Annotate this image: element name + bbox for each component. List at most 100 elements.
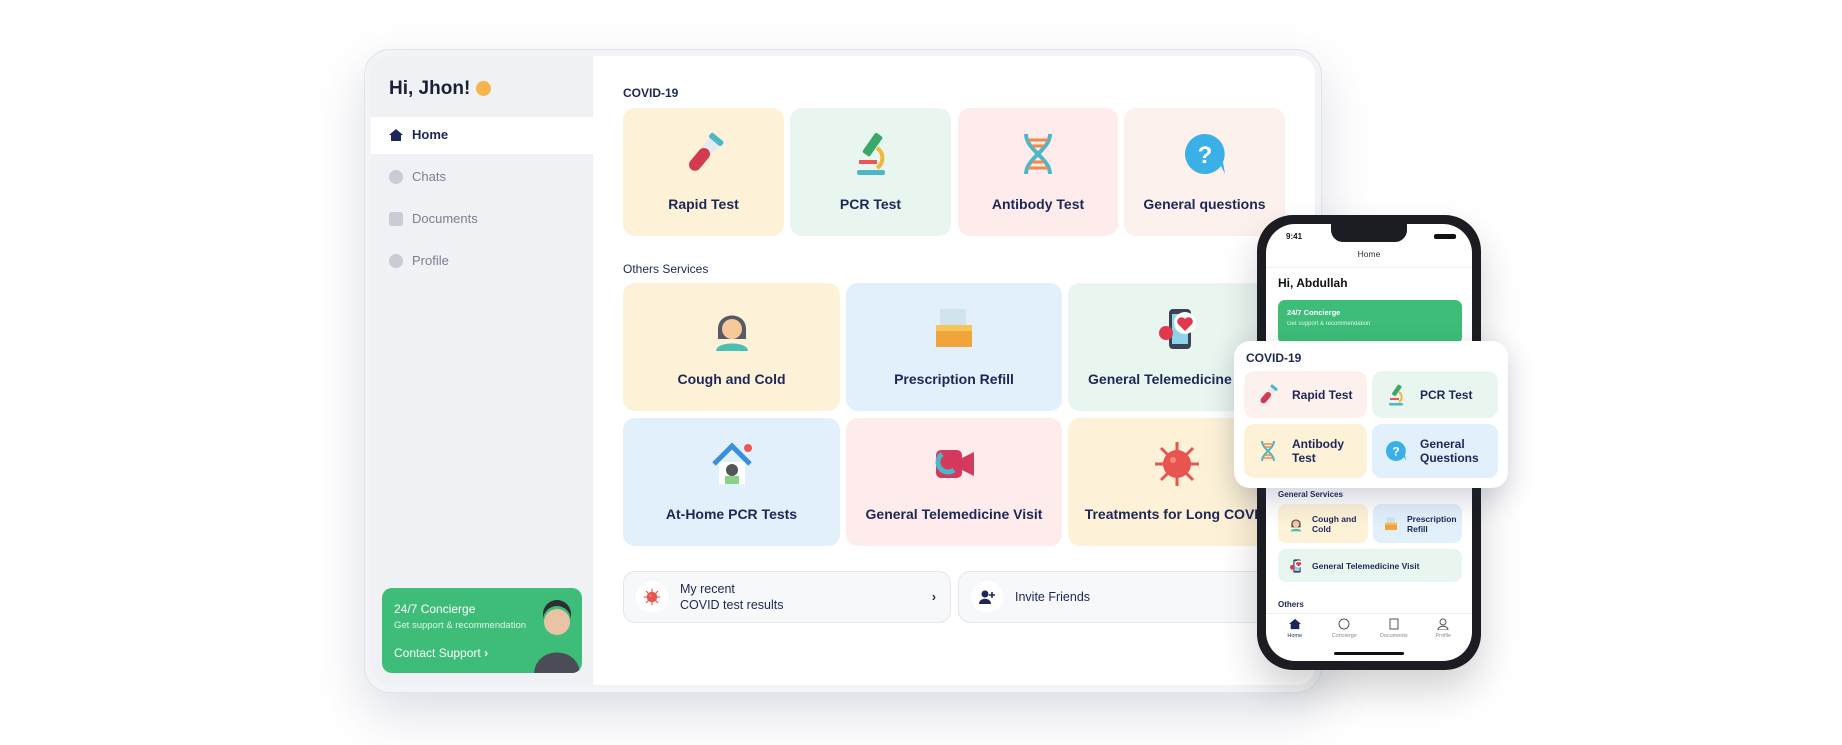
tab-profile[interactable]: Profile xyxy=(1423,618,1463,639)
phone-card-telemedicine[interactable]: General Telemedicine Visit xyxy=(1278,549,1462,582)
video-call-icon xyxy=(930,440,978,488)
card-label: General Telemedicine Visit xyxy=(1312,560,1420,571)
phone-greeting: Hi, Abdullah xyxy=(1278,276,1348,290)
battery-icon xyxy=(1434,234,1456,239)
card-telemedicine-visit[interactable]: General Telemedicine Visit xyxy=(846,418,1062,546)
concierge-subtitle: Get support & recommendation xyxy=(394,620,527,631)
card-pcr-test[interactable]: PCR Test xyxy=(790,108,951,236)
sick-person-icon xyxy=(708,305,756,353)
tab-label: Concierge xyxy=(1331,633,1357,639)
sick-person-icon xyxy=(1288,516,1304,532)
card-label: PCR Test xyxy=(1420,387,1473,402)
popup-card-general-questions[interactable]: General Questions xyxy=(1372,424,1498,478)
add-user-icon xyxy=(971,581,1003,613)
others-section-title: Others Services xyxy=(623,262,709,276)
tab-label: Documents xyxy=(1379,633,1408,639)
phone-card-prescription[interactable]: Prescription Refill xyxy=(1373,504,1462,543)
covid-popup-card: COVID-19 Rapid Test PCR Test Antibody Te… xyxy=(1234,341,1508,488)
sidebar-item-profile[interactable]: Profile xyxy=(389,253,449,268)
phone-header-title: Home xyxy=(1357,249,1381,259)
phone-concierge-title: 24/7 Concierge xyxy=(1287,308,1341,317)
greeting: Hi, Jhon! xyxy=(389,78,491,100)
support-agent-avatar xyxy=(534,600,580,673)
popup-card-pcr-test[interactable]: PCR Test xyxy=(1372,371,1498,418)
tab-documents[interactable]: Documents xyxy=(1374,618,1414,639)
card-label: Rapid Test xyxy=(1292,387,1353,402)
microscope-icon xyxy=(1384,383,1408,407)
medicine-box-icon xyxy=(930,305,978,353)
card-label: Antibody Test xyxy=(991,196,1085,212)
question-bubble-icon xyxy=(1384,439,1408,463)
greeting-text: Hi, Jhon! xyxy=(389,78,471,99)
tab-home[interactable]: Home xyxy=(1275,618,1315,639)
divider xyxy=(1266,613,1472,614)
tab-label: Profile xyxy=(1435,633,1452,639)
recent-results-line1: My recent xyxy=(680,582,735,596)
popup-card-antibody-test[interactable]: Antibody Test xyxy=(1244,424,1367,478)
profile-icon xyxy=(1437,618,1449,630)
status-time: 9:41 xyxy=(1286,232,1303,241)
card-label: Rapid Test xyxy=(668,196,739,212)
document-icon xyxy=(1389,618,1399,630)
gear-icon xyxy=(389,253,403,268)
chat-icon xyxy=(1338,618,1350,630)
card-label: Treatments for Long COVID xyxy=(1084,506,1269,522)
sidebar-item-chats[interactable]: Chats xyxy=(389,169,446,184)
sidebar-item-documents[interactable]: Documents xyxy=(389,211,478,226)
tab-label: Home xyxy=(1287,633,1303,639)
card-label: Antibody Test xyxy=(1292,437,1344,465)
chevron-right-icon: › xyxy=(931,590,936,604)
phone-heart-icon xyxy=(1288,558,1304,574)
concierge-card[interactable]: 24/7 Concierge Get support & recommendat… xyxy=(382,588,582,673)
sidebar-item-label: Chats xyxy=(412,169,446,184)
home-icon xyxy=(1288,618,1301,630)
phone-card-cough[interactable]: Cough and Cold xyxy=(1278,504,1368,543)
contact-support-label: Contact Support xyxy=(394,646,481,660)
card-label: PCR Test xyxy=(839,196,902,212)
card-rapid-test[interactable]: Rapid Test xyxy=(623,108,784,236)
home-icon xyxy=(389,128,403,141)
card-label: General questions xyxy=(1143,196,1266,212)
house-icon xyxy=(708,440,756,488)
chat-icon xyxy=(389,169,403,184)
recent-results-line2: COVID test results xyxy=(680,598,784,612)
tab-bar: Home Concierge Documents Profile xyxy=(1270,618,1468,639)
sidebar-item-home[interactable]: Home xyxy=(389,127,448,142)
popup-card-rapid-test[interactable]: Rapid Test xyxy=(1244,371,1367,418)
smile-emoji-icon xyxy=(475,81,491,96)
question-bubble-icon xyxy=(1181,130,1229,178)
tab-concierge[interactable]: Concierge xyxy=(1324,618,1364,639)
card-label: General Telemedicine Visit xyxy=(865,506,1043,522)
document-icon xyxy=(389,211,403,226)
card-label: General Questions xyxy=(1420,437,1479,465)
virus-icon xyxy=(636,581,668,613)
card-antibody-test[interactable]: Antibody Test xyxy=(958,108,1118,236)
dna-icon xyxy=(1256,439,1280,463)
medicine-box-icon xyxy=(1383,516,1399,532)
phone-concierge-card[interactable]: 24/7 Concierge Get support & recommendat… xyxy=(1278,300,1462,344)
card-label: Cough and Cold xyxy=(1312,513,1357,534)
card-general-questions[interactable]: General questions xyxy=(1124,108,1285,236)
card-label: Cough and Cold xyxy=(677,371,786,387)
concierge-title: 24/7 Concierge xyxy=(394,602,476,616)
covid-section-title: COVID-19 xyxy=(623,86,679,100)
general-services-title: General Services xyxy=(1278,490,1343,499)
card-cough-cold[interactable]: Cough and Cold xyxy=(623,283,840,411)
recent-results-button[interactable]: My recent COVID test results › xyxy=(623,571,951,623)
contact-support-link[interactable]: Contact Support › xyxy=(394,646,488,660)
sidebar-item-label: Profile xyxy=(412,253,449,268)
home-indicator xyxy=(1334,652,1404,655)
phone-notch xyxy=(1331,224,1407,242)
sidebar-item-label: Documents xyxy=(412,211,478,226)
card-at-home-pcr[interactable]: At-Home PCR Tests xyxy=(623,418,840,546)
invite-friends-label: Invite Friends xyxy=(1015,590,1091,604)
card-label: Prescription Refill xyxy=(894,371,1014,387)
popup-title: COVID-19 xyxy=(1246,351,1302,365)
others-title: Others xyxy=(1278,600,1304,609)
invite-friends-button[interactable]: Invite Friends xyxy=(958,571,1285,623)
test-tube-icon xyxy=(680,130,728,178)
sidebar-item-label: Home xyxy=(412,127,449,142)
divider xyxy=(1266,267,1472,268)
card-prescription-refill[interactable]: Prescription Refill xyxy=(846,283,1062,411)
card-label: Prescription Refill xyxy=(1407,513,1457,534)
